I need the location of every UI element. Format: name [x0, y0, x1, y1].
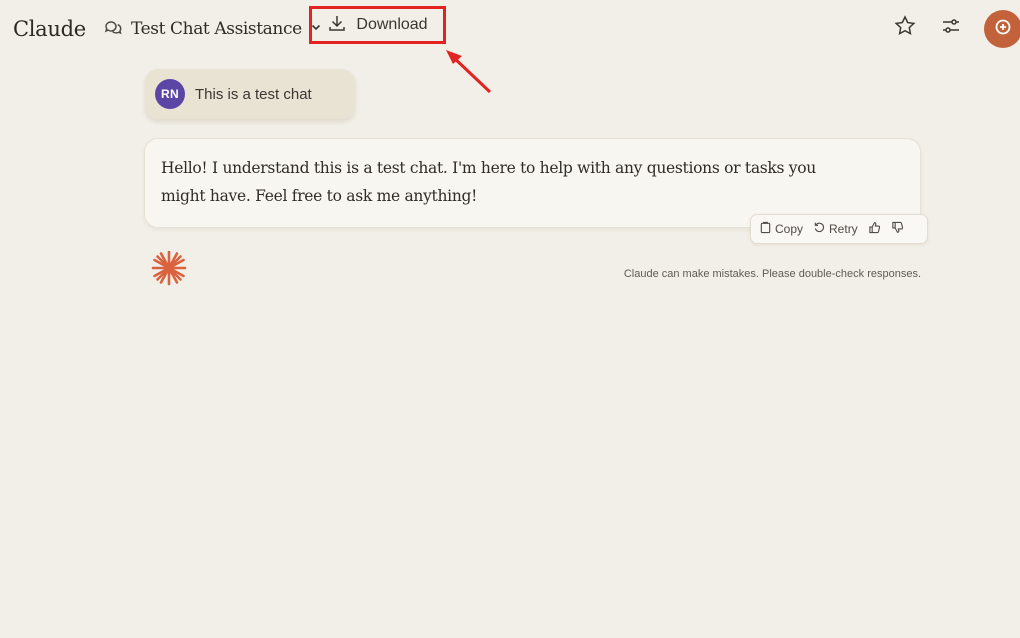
user-avatar: RN [155, 79, 185, 109]
download-button[interactable]: Download [309, 6, 446, 44]
copy-label: Copy [775, 222, 804, 236]
thumbs-down-button[interactable] [891, 221, 904, 237]
download-label: Download [356, 16, 428, 33]
thumbs-up-icon [868, 221, 881, 237]
claude-spark-icon [151, 250, 187, 286]
header: Claude Test Chat Assistance Download [0, 0, 1020, 58]
annotation-arrow [446, 50, 492, 94]
assistant-message-line: might have. Feel free to ask me anything… [161, 187, 478, 205]
message-actions: Copy Retry [750, 214, 928, 244]
thumbs-up-button[interactable] [868, 221, 881, 237]
star-icon[interactable] [893, 14, 917, 38]
clipboard-icon [759, 221, 772, 237]
copy-button[interactable]: Copy [759, 221, 803, 237]
thumbs-down-icon [891, 221, 904, 237]
retry-label: Retry [829, 222, 858, 236]
retry-icon [813, 221, 826, 237]
assistant-message-text: Hello! I understand this is a test chat.… [161, 154, 881, 210]
chat-bubbles-icon [103, 17, 123, 42]
retry-button[interactable]: Retry [813, 221, 858, 237]
chat-title-dropdown[interactable]: Test Chat Assistance [103, 17, 322, 41]
new-chat-icon [993, 17, 1013, 42]
chat-title: Test Chat Assistance [131, 19, 302, 39]
user-message: RN This is a test chat [145, 69, 355, 119]
assistant-message-line: Hello! I understand this is a test chat.… [161, 159, 816, 177]
user-message-text: This is a test chat [195, 85, 312, 103]
disclaimer-text: Claude can make mistakes. Please double-… [623, 268, 921, 280]
app-logo[interactable]: Claude [13, 17, 86, 41]
download-icon [327, 13, 347, 38]
new-chat-button[interactable] [984, 10, 1020, 48]
sliders-icon[interactable] [939, 14, 963, 38]
